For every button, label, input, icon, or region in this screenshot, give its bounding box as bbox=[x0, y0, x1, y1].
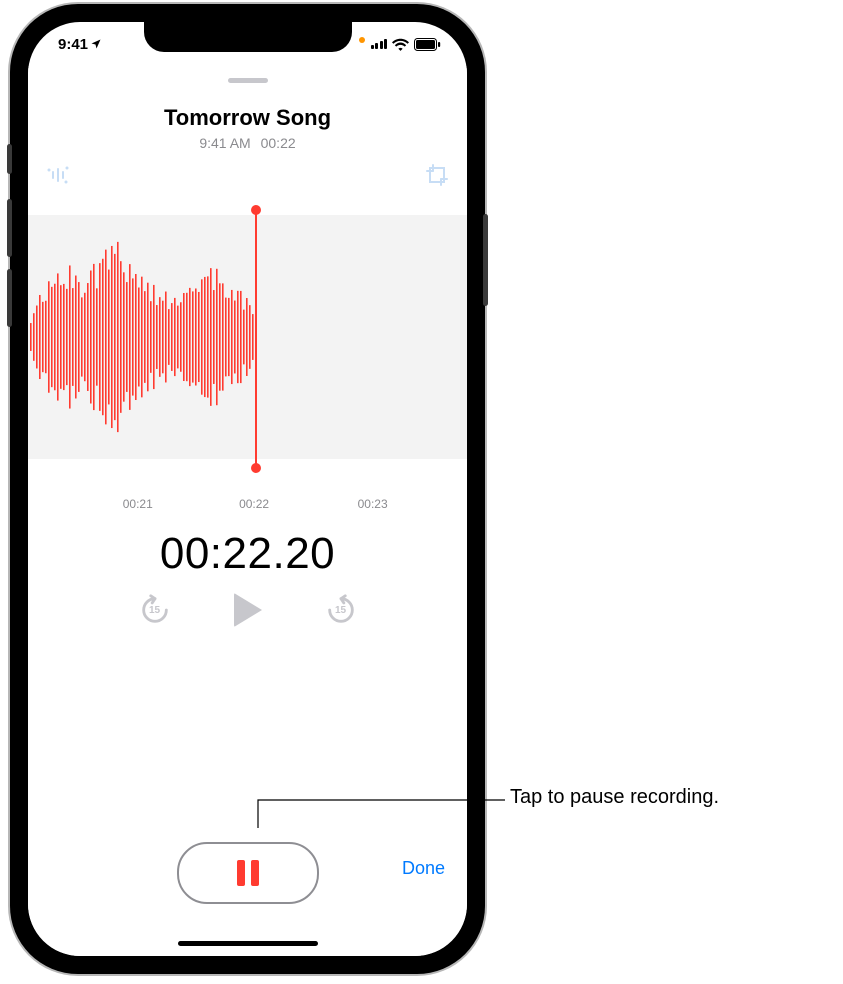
power-button bbox=[483, 214, 488, 306]
elapsed-timer: 00:22.20 bbox=[28, 529, 467, 579]
pause-icon bbox=[237, 860, 259, 886]
screen: 9:41 bbox=[28, 22, 467, 956]
silence-switch bbox=[7, 144, 12, 174]
recording-duration: 00:22 bbox=[261, 135, 296, 151]
playback-controls: 15 15 bbox=[28, 593, 467, 627]
panel-grabber[interactable] bbox=[228, 78, 268, 83]
recording-time: 9:41 AM bbox=[199, 135, 250, 151]
done-button[interactable]: Done bbox=[402, 858, 445, 879]
playhead-dot-bottom bbox=[251, 463, 261, 473]
waveform-graphic bbox=[28, 215, 467, 459]
status-time: 9:41 bbox=[58, 36, 88, 53]
callout-pause: Tap to pause recording. bbox=[510, 786, 719, 809]
recording-title: Tomorrow Song bbox=[28, 105, 467, 131]
status-bar: 9:41 bbox=[28, 22, 467, 66]
wifi-icon bbox=[392, 38, 409, 51]
waveform-area[interactable]: 00:2100:2200:230 bbox=[28, 205, 467, 515]
enhance-icon[interactable] bbox=[46, 163, 70, 187]
home-indicator[interactable] bbox=[178, 941, 318, 946]
cellular-icon bbox=[371, 39, 388, 49]
phone-frame: 9:41 bbox=[10, 4, 485, 974]
recording-indicator-dot bbox=[359, 37, 365, 43]
skip-fwd-number: 15 bbox=[324, 593, 358, 627]
skip-back-15-button: 15 bbox=[138, 593, 172, 627]
timeline-tick: 00:21 bbox=[123, 497, 153, 511]
timeline-tick: 00:23 bbox=[358, 497, 388, 511]
timeline-tick: 00:22 bbox=[239, 497, 269, 511]
skip-back-number: 15 bbox=[138, 593, 172, 627]
play-button bbox=[234, 593, 262, 627]
pause-recording-button[interactable] bbox=[177, 842, 319, 904]
volume-up-button bbox=[7, 199, 12, 257]
trim-icon[interactable] bbox=[425, 163, 449, 187]
volume-down-button bbox=[7, 269, 12, 327]
location-arrow-icon bbox=[90, 38, 102, 50]
playhead-line[interactable] bbox=[255, 209, 257, 469]
playhead-dot-top bbox=[251, 205, 261, 215]
recording-meta: 9:41 AM 00:22 bbox=[28, 135, 467, 151]
skip-fwd-15-button: 15 bbox=[324, 593, 358, 627]
battery-icon bbox=[414, 38, 441, 51]
